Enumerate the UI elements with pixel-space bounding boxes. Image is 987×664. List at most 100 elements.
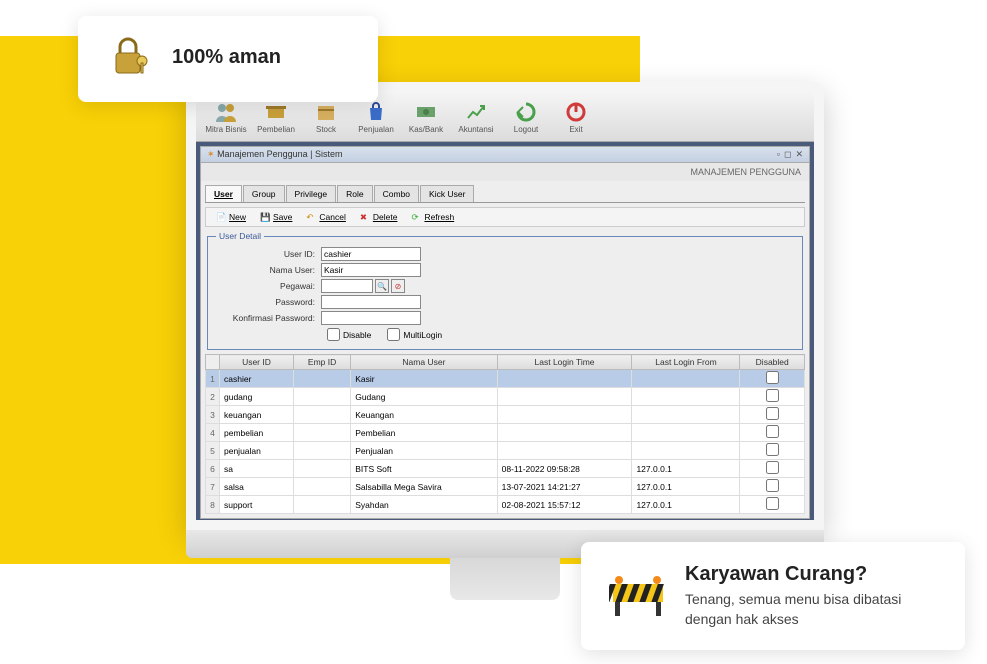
multilogin-checkbox-label[interactable]: MultiLogin [387, 328, 442, 341]
tab-role[interactable]: Role [337, 185, 372, 202]
toolbar-btn-logout[interactable]: Logout [502, 95, 550, 138]
col-user-id[interactable]: User ID [220, 355, 294, 370]
toolbar-btn-exit[interactable]: Exit [552, 95, 600, 138]
row-number: 1 [206, 370, 220, 388]
konfirmasi-password-input[interactable] [321, 311, 421, 325]
cell-user-id: sa [220, 460, 294, 478]
cell-user-id: salsa [220, 478, 294, 496]
password-input[interactable] [321, 295, 421, 309]
window-minimize-icon[interactable]: ▫ [777, 149, 780, 160]
cell-disabled [740, 370, 805, 388]
user-id-input[interactable] [321, 247, 421, 261]
callout-access-title: Karyawan Curang? [685, 563, 937, 586]
subwindow-title-text: Manajemen Pengguna | Sistem [217, 149, 342, 159]
toolbar-btn-kasbank[interactable]: Kas/Bank [402, 95, 450, 138]
cell-last-from [632, 388, 740, 406]
pegawai-input[interactable] [321, 279, 373, 293]
cell-emp-id [293, 406, 350, 424]
cell-disabled [740, 424, 805, 442]
tab-bar: UserGroupPrivilegeRoleComboKick User [205, 185, 805, 203]
disabled-checkbox[interactable] [766, 443, 779, 456]
toolbar-btn-akuntansi[interactable]: Akuntansi [452, 95, 500, 138]
cell-disabled [740, 406, 805, 424]
cell-last-time: 13-07-2021 14:21:27 [497, 478, 632, 496]
toolbar-label: Exit [569, 125, 582, 134]
col-nama-user[interactable]: Nama User [351, 355, 497, 370]
disabled-checkbox[interactable] [766, 371, 779, 384]
cell-nama-user: Salsabilla Mega Savira [351, 478, 497, 496]
window-close-icon[interactable]: ✕ [795, 149, 803, 160]
save-button[interactable]: 💾Save [256, 211, 296, 223]
search-icon[interactable]: 🔍 [375, 279, 389, 293]
row-number: 7 [206, 478, 220, 496]
cell-last-from [632, 406, 740, 424]
subwindow: ✶ Manajemen Pengguna | Sistem ▫ ◻ ✕ MANA… [200, 146, 810, 519]
window-maximize-icon[interactable]: ◻ [784, 149, 791, 160]
table-row[interactable]: 1cashierKasir [206, 370, 805, 388]
table-row[interactable]: 5penjualanPenjualan [206, 442, 805, 460]
col-disabled[interactable]: Disabled [740, 355, 805, 370]
cell-last-time [497, 406, 632, 424]
table-row[interactable]: 3keuanganKeuangan [206, 406, 805, 424]
label-konfirmasi: Konfirmasi Password: [216, 313, 321, 323]
disabled-checkbox[interactable] [766, 497, 779, 510]
cell-last-from: 127.0.0.1 [632, 478, 740, 496]
disable-checkbox[interactable] [327, 328, 340, 341]
cell-nama-user: Gudang [351, 388, 497, 406]
table-row[interactable]: 2gudangGudang [206, 388, 805, 406]
cell-disabled [740, 388, 805, 406]
cell-nama-user: Penjualan [351, 442, 497, 460]
users-icon [213, 99, 239, 125]
delete-button[interactable]: ✖Delete [356, 211, 402, 223]
disabled-checkbox[interactable] [766, 407, 779, 420]
toolbar-label: Akuntansi [458, 125, 493, 134]
label-nama-user: Nama User: [216, 265, 321, 275]
clear-icon[interactable]: ⊘ [391, 279, 405, 293]
tab-group[interactable]: Group [243, 185, 285, 202]
table-row[interactable]: 7salsa Salsabilla Mega Savira13-07-2021 1… [206, 478, 805, 496]
disabled-checkbox[interactable] [766, 389, 779, 402]
cell-user-id: gudang [220, 388, 294, 406]
disabled-checkbox[interactable] [766, 479, 779, 492]
label-user-id: User ID: [216, 249, 321, 259]
cell-last-time [497, 442, 632, 460]
col-emp-id[interactable]: Emp ID [293, 355, 350, 370]
label-password: Password: [216, 297, 321, 307]
cart-icon [263, 99, 289, 125]
tab-combo[interactable]: Combo [374, 185, 419, 202]
barrier-icon [609, 570, 667, 623]
cell-emp-id [293, 370, 350, 388]
disabled-checkbox[interactable] [766, 425, 779, 438]
disable-checkbox-label[interactable]: Disable [327, 328, 371, 341]
tab-privilege[interactable]: Privilege [286, 185, 337, 202]
nama-user-input[interactable] [321, 263, 421, 277]
toolbar-label: Kas/Bank [409, 125, 443, 134]
table-row[interactable]: 6saBITS Soft08-11-2022 09:58:28127.0.0.1 [206, 460, 805, 478]
delete-icon: ✖ [360, 212, 370, 222]
cancel-button[interactable]: ↶Cancel [302, 211, 349, 223]
callout-access-body: Tenang, semua menu bisa dibatasi dengan … [685, 590, 937, 629]
tab-user[interactable]: User [205, 185, 242, 202]
cell-user-id: pembelian [220, 424, 294, 442]
col-last-login-time[interactable]: Last Login Time [497, 355, 632, 370]
refresh-button[interactable]: ⟳Refresh [407, 211, 458, 223]
chart-icon [463, 99, 489, 125]
table-row[interactable]: 8supportSyahdan02-08-2021 15:57:12127.0.… [206, 496, 805, 514]
cell-emp-id [293, 424, 350, 442]
disabled-checkbox[interactable] [766, 461, 779, 474]
cell-last-time: 08-11-2022 09:58:28 [497, 460, 632, 478]
cell-user-id: penjualan [220, 442, 294, 460]
cell-nama-user: BITS Soft [351, 460, 497, 478]
multilogin-checkbox[interactable] [387, 328, 400, 341]
save-icon: 💾 [260, 212, 270, 222]
refresh-icon: ⟳ [411, 212, 421, 222]
new-button[interactable]: 📄New [212, 211, 250, 223]
page-header: MANAJEMEN PENGGUNA [201, 163, 809, 181]
power-icon [563, 99, 589, 125]
row-number: 8 [206, 496, 220, 514]
col-last-login-from[interactable]: Last Login From [632, 355, 740, 370]
tab-kick-user[interactable]: Kick User [420, 185, 474, 202]
toolbar-label: Stock [316, 125, 336, 134]
table-row[interactable]: 4pembelianPembelian [206, 424, 805, 442]
cell-nama-user: Kasir [351, 370, 497, 388]
